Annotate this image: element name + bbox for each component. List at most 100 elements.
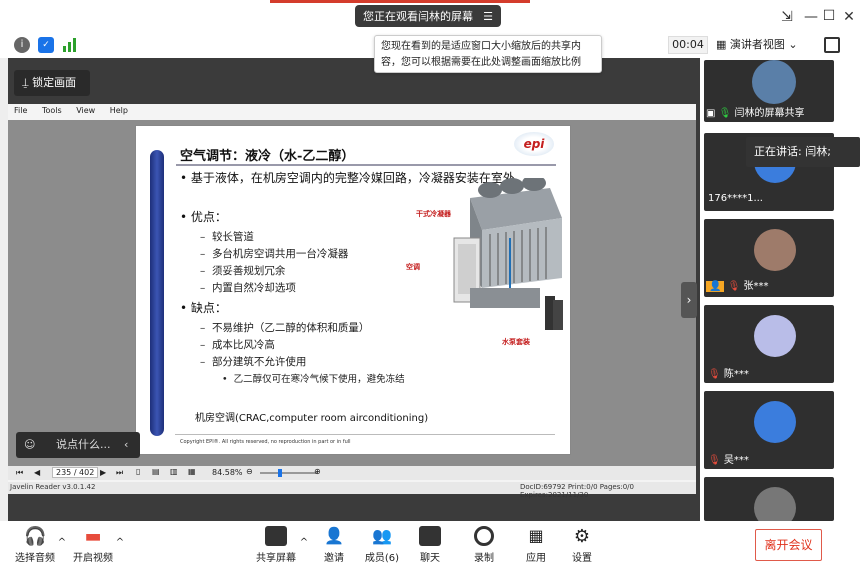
- video-button[interactable]: ▬ 开启视频: [68, 526, 118, 564]
- participant-tile[interactable]: [704, 477, 834, 529]
- pro-item-text: 多台机房空调共用一台冷凝器: [211, 248, 349, 260]
- menu-file[interactable]: File: [14, 106, 27, 115]
- menu-view[interactable]: View: [76, 106, 95, 115]
- chevron-up-icon[interactable]: ^: [114, 537, 126, 548]
- title-rule: [176, 164, 556, 166]
- con-item-text: 成本比风冷高: [211, 339, 275, 351]
- view-mode-button[interactable]: ▦ 演讲者视图 ⌄: [716, 36, 806, 54]
- collapse-panel-button[interactable]: ›: [681, 282, 697, 318]
- emoji-icon[interactable]: ☺: [24, 432, 35, 458]
- pro-item-text: 须妥善规划冗余: [211, 265, 286, 277]
- pin-icon: ⍊: [22, 76, 33, 89]
- reader-menubar: File Tools View Help: [8, 106, 696, 120]
- pin-icon[interactable]: ⇲: [778, 8, 796, 26]
- menu-icon[interactable]: ☰: [483, 10, 493, 23]
- page-indicator[interactable]: 235 / 402: [52, 467, 99, 478]
- con-item: – 部分建筑不允许使用: [200, 356, 307, 368]
- menu-help[interactable]: Help: [110, 106, 128, 115]
- reader-navbar: ⏮ ◀ 235 / 402 ▶ ⏭ ▯ ▤ ▥ ▦ 84.58% ⊖ ⊕: [8, 466, 696, 480]
- pro-item: – 多台机房空调共用一台冷凝器: [200, 248, 349, 260]
- nav-prev-icon[interactable]: ◀: [34, 468, 40, 477]
- fit-icon[interactable]: ▦: [188, 467, 196, 476]
- meeting-timer: 00:04: [668, 36, 708, 54]
- nav-next-icon[interactable]: ▶: [100, 468, 106, 477]
- signal-icon[interactable]: [62, 38, 78, 52]
- participant-tile[interactable]: ▣ 🎙 闫林的屏幕共享: [704, 60, 834, 122]
- chat-placeholder: 说点什么...: [56, 438, 111, 451]
- chevron-left-icon[interactable]: ‹: [124, 432, 128, 458]
- reader-statusbar: Javelin Reader v3.0.1.42 DocID:69792 Pri…: [8, 482, 696, 499]
- invite-button[interactable]: 👤 邀请: [316, 526, 352, 564]
- user-icon: 👤: [706, 281, 725, 292]
- zoom-level[interactable]: 84.58%: [212, 468, 243, 477]
- audio-button[interactable]: 🎧 选择音频: [10, 526, 60, 564]
- menu-tools[interactable]: Tools: [42, 106, 62, 115]
- con-item: – 成本比风冷高: [200, 339, 275, 351]
- pro-item: – 内置自然冷却选项: [200, 282, 296, 294]
- con-item: – 不易维护（乙二醇的体积和质量）: [200, 322, 370, 334]
- participant-name: 🎙 陈***: [708, 365, 749, 380]
- apps-button[interactable]: ▦ 应用: [520, 526, 552, 564]
- info-icon[interactable]: i: [14, 37, 30, 53]
- share-label: 共享屏幕: [256, 553, 296, 564]
- maximize-button[interactable]: ☐: [820, 7, 838, 25]
- pro-item: – 须妥善规划冗余: [200, 265, 286, 277]
- watching-indicator[interactable]: 您正在观看闫林的屏幕 ☰: [355, 5, 501, 27]
- video-label: 开启视频: [73, 553, 113, 564]
- nav-last-icon[interactable]: ⏭: [116, 468, 123, 478]
- cons-heading: 缺点：: [190, 301, 227, 315]
- speaking-indicator: 正在讲话: 闫林;: [746, 137, 860, 167]
- record-icon: [474, 526, 494, 546]
- participant-name: 🎙 吴***: [708, 451, 749, 466]
- minimize-button[interactable]: —: [802, 8, 820, 26]
- members-label: 成员(6): [364, 553, 400, 564]
- members-button[interactable]: 👥 成员(6): [362, 526, 402, 564]
- audio-label: 选择音频: [15, 553, 55, 564]
- app-version: Javelin Reader v3.0.1.42: [10, 483, 96, 491]
- zoom-slider-handle[interactable]: [278, 469, 282, 477]
- pros-heading: 优点：: [190, 210, 227, 224]
- share-screen-button[interactable]: 共享屏幕: [254, 526, 298, 564]
- copyright-text: Copyright EPI®. All rights reserved, no …: [180, 439, 351, 445]
- leave-meeting-button[interactable]: 离开会议: [755, 529, 822, 561]
- zoom-out-icon[interactable]: ⊖: [246, 467, 253, 476]
- participant-tile[interactable]: 👤 🎙 张***: [704, 219, 834, 297]
- zoom-in-icon[interactable]: ⊕: [314, 467, 321, 476]
- crac-caption: 机房空调(CRAC,computer room airconditioning): [195, 413, 429, 424]
- chat-input-pill[interactable]: ☺ 说点什么... ‹: [16, 432, 140, 458]
- participant-tile[interactable]: 🎙 吴***: [704, 391, 834, 469]
- record-button[interactable]: 录制: [468, 526, 500, 564]
- label-ac: 空调: [406, 263, 420, 271]
- nav-first-icon[interactable]: ⏮: [16, 468, 23, 478]
- zoom-tooltip: 您现在看到的是适应窗口大小缩放后的共享内容，您可以根据需要在此处调整画面缩放比例: [374, 35, 602, 73]
- single-page-icon[interactable]: ▯: [136, 467, 140, 476]
- watching-text: 您正在观看闫林的屏幕: [363, 10, 473, 23]
- participant-name: 👤 🎙 张***: [706, 277, 769, 292]
- record-label: 录制: [474, 553, 494, 564]
- close-button[interactable]: ✕: [840, 8, 858, 26]
- con-sub-item-text: 乙二醇仅可在寒冷气候下使用，避免冻结: [233, 374, 405, 385]
- mic-muted-icon: 🎙: [708, 455, 721, 466]
- avatar: [752, 60, 796, 104]
- lock-view-button[interactable]: ⍊ 锁定画面: [14, 70, 90, 96]
- tile-label: 陈***: [723, 369, 749, 380]
- zoom-slider[interactable]: [260, 472, 318, 474]
- mic-icon: 🎙: [718, 108, 735, 119]
- con-sub-item: • 乙二醇仅可在寒冷气候下使用，避免冻结: [222, 374, 405, 385]
- continuous-icon[interactable]: ▤: [152, 467, 160, 476]
- chat-icon: [419, 526, 441, 546]
- label-condenser: 干式冷凝器: [416, 210, 451, 218]
- chat-button[interactable]: 聊天: [414, 526, 446, 564]
- settings-button[interactable]: ⚙ 设置: [566, 526, 598, 564]
- epi-logo: epi: [514, 132, 554, 156]
- facing-icon[interactable]: ▥: [170, 467, 178, 476]
- pro-item-text: 较长管道: [211, 231, 254, 243]
- chevron-up-icon[interactable]: ^: [298, 537, 310, 548]
- screen-icon: ▣: [706, 108, 719, 119]
- chevron-up-icon[interactable]: ^: [56, 537, 68, 548]
- tile-label: 闫林的屏幕共享: [734, 108, 805, 119]
- fullscreen-icon[interactable]: [824, 37, 840, 53]
- shield-icon[interactable]: ✓: [38, 37, 54, 53]
- chat-label: 聊天: [420, 553, 440, 564]
- participant-tile[interactable]: 🎙 陈***: [704, 305, 834, 383]
